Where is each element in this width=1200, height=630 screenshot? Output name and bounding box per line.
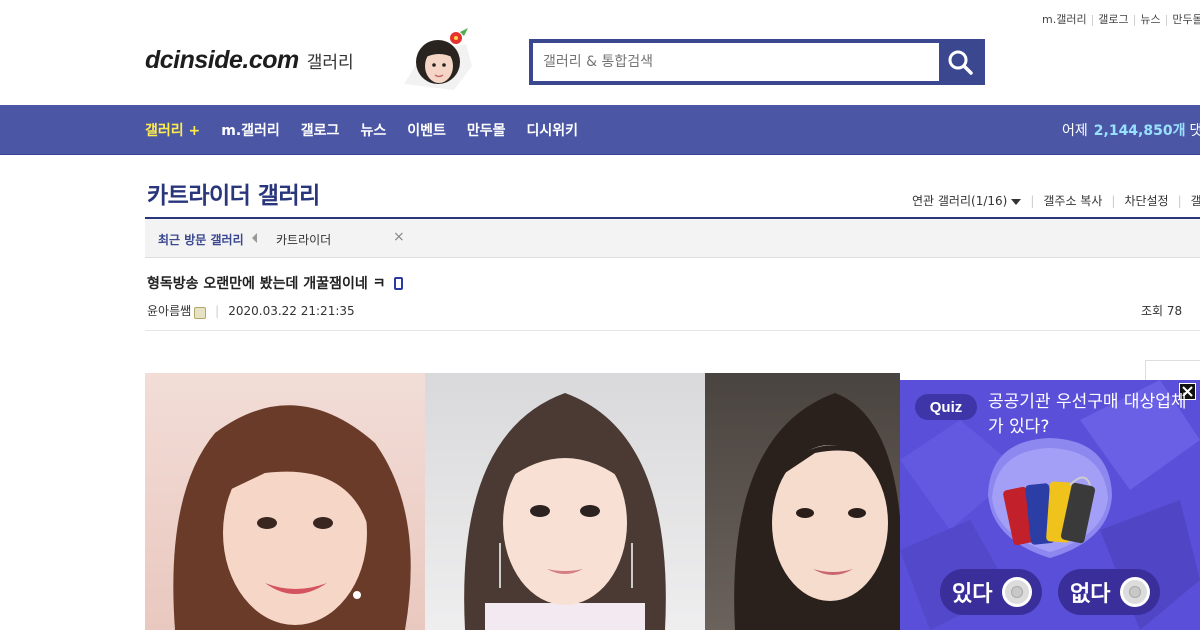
recent-galleries-bar: 최근 방문 갤러리 카트라이더 × — [145, 219, 1200, 258]
nav-item-mall[interactable]: 만두몰 — [467, 120, 506, 140]
portrait-image — [173, 405, 411, 630]
site-logo[interactable]: dcinside.com 갤러리 — [145, 46, 354, 75]
search-input[interactable] — [533, 43, 939, 81]
logo-gallery-text: 갤러리 — [306, 53, 354, 73]
nav-item-gallog[interactable]: 갤로그 — [301, 120, 340, 140]
quiz-ad-banner[interactable]: Quiz 공공기관 우선구매 대상업체가 있다? 있다 없다 — [900, 380, 1200, 630]
copy-address-button[interactable]: 갤주소 복사 — [1043, 192, 1102, 209]
meta-divider — [145, 330, 1200, 331]
top-utility-links: m.갤러리 | 갤로그 | 뉴스 | 만두몰 — [1042, 11, 1200, 27]
quiz-no-label: 없다 — [1070, 582, 1111, 607]
post-photo-2[interactable] — [425, 373, 705, 630]
main-nav-bar: 갤러리 + m.갤러리 갤로그 뉴스 이벤트 만두몰 디시위키 어제 2,144… — [0, 105, 1200, 155]
search-button[interactable] — [939, 43, 981, 81]
close-icon[interactable]: × — [393, 229, 405, 245]
dropdown-arrow-icon — [1011, 199, 1022, 205]
quiz-question: 공공기관 우선구매 대상업체가 있다? — [988, 392, 1187, 437]
nav-item-news[interactable]: 뉴스 — [360, 120, 386, 140]
arrow-left-icon[interactable] — [252, 233, 257, 243]
top-link-m-gallery[interactable]: m.갤러리 — [1042, 13, 1087, 26]
quiz-yes-button[interactable]: 있다 — [940, 569, 1042, 615]
block-settings-button[interactable]: 차단설정 — [1124, 192, 1168, 209]
top-link-mall[interactable]: 만두몰 — [1172, 13, 1200, 26]
radio-knob-icon — [1002, 577, 1033, 607]
post-photo-1[interactable] — [145, 373, 425, 630]
top-link-news[interactable]: 뉴스 — [1140, 13, 1160, 26]
search-bar — [529, 39, 985, 85]
post-datetime: 2020.03.22 21:21:35 — [228, 303, 355, 318]
nav-item-wiki[interactable]: 디시위키 — [526, 120, 578, 140]
stats-count: 2,144,850개 — [1093, 123, 1186, 139]
quiz-yes-label: 있다 — [952, 582, 993, 607]
post-meta: 윤아름쌤 | 2020.03.22 21:21:35 — [147, 302, 355, 319]
nav-item-gallery[interactable]: 갤러리 + — [145, 120, 200, 140]
post-photo-3[interactable] — [705, 373, 900, 630]
related-galleries-button[interactable]: 연관 갤러리(1/16) — [912, 192, 1022, 209]
post-author[interactable]: 윤아름쌤 — [147, 302, 191, 319]
quiz-badge: Quiz — [915, 394, 977, 420]
portrait-image — [464, 393, 666, 630]
nav-item-event[interactable]: 이벤트 — [407, 120, 446, 140]
fixed-nick-icon — [194, 306, 207, 319]
post-title-text: 형독방송 오랜만에 봤는데 개꿀잼이네 ㅋ — [147, 276, 386, 292]
search-icon — [948, 50, 973, 75]
nav-item-m-gallery[interactable]: m.갤러리 — [221, 120, 280, 140]
logo-text: dcinside.com — [145, 46, 299, 74]
yesterday-stats: 어제 2,144,850개 댓글 — [1062, 105, 1200, 155]
post-title: 형독방송 오랜만에 봤는데 개꿀잼이네 ㅋ — [147, 273, 404, 293]
top-link-gallog[interactable]: 갤로그 — [1098, 13, 1128, 26]
portrait-image — [734, 393, 900, 630]
post-image-strip — [145, 373, 900, 630]
gallery-more-button[interactable]: 갤러 — [1191, 192, 1200, 209]
mascot-character-image — [404, 28, 472, 90]
gallery-actions: 연관 갤러리(1/16) | 갤주소 복사 | 차단설정 | 갤러 — [912, 192, 1200, 209]
recent-galleries-label[interactable]: 최근 방문 갤러리 — [158, 231, 244, 248]
quiz-no-button[interactable]: 없다 — [1058, 569, 1160, 615]
recent-gallery-item[interactable]: 카트라이더 — [276, 231, 331, 248]
stats-prefix: 어제 — [1062, 123, 1088, 139]
post-views: 조회 78 — [1141, 304, 1183, 318]
related-galleries-label: 연관 갤러리(1/16) — [912, 194, 1008, 208]
mobile-icon — [394, 276, 404, 290]
gallery-title[interactable]: 카트라이더 갤러리 — [147, 176, 320, 210]
stats-suffix: 댓글 — [1189, 123, 1200, 139]
radio-knob-icon — [1120, 577, 1151, 607]
